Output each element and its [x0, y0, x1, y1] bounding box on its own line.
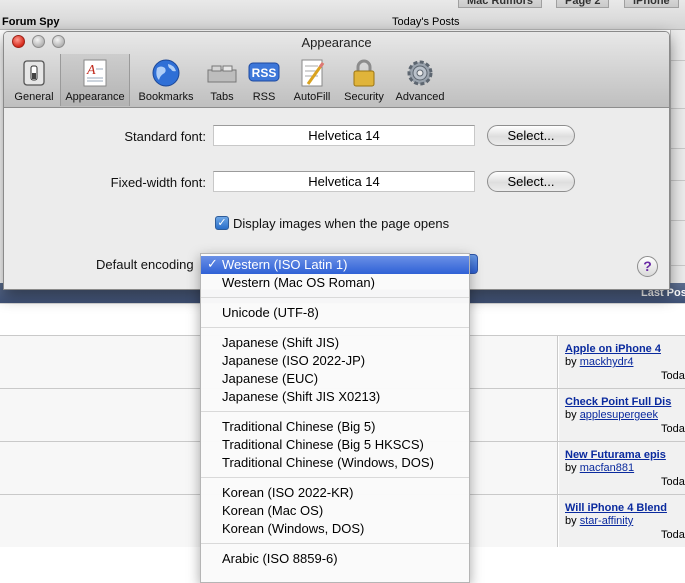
toolbar-tabs[interactable]: Tabs	[202, 54, 242, 106]
checkmark-icon: ✓	[207, 256, 218, 271]
forum-right-column	[670, 30, 685, 290]
tabs-icon	[207, 65, 237, 83]
post-date: Toda	[661, 476, 685, 488]
toolbar-label: Appearance	[65, 91, 125, 103]
encoding-option[interactable]: Japanese (EUC)	[222, 371, 318, 386]
toolbar-security[interactable]: Security	[340, 54, 388, 106]
switch-icon	[23, 60, 45, 86]
toolbar-label: Advanced	[395, 91, 445, 103]
section-title: Today's Posts	[392, 16, 460, 28]
encoding-option[interactable]: Korean (Mac OS)	[222, 503, 323, 518]
lock-icon	[353, 59, 375, 87]
tab-iphone[interactable]: iPhone	[624, 0, 679, 8]
help-button[interactable]: ?	[637, 256, 658, 277]
post-title-link[interactable]: Apple on iPhone 4	[565, 343, 661, 355]
rss-icon: RSS	[248, 62, 280, 82]
encoding-option[interactable]: Arabic (ISO 8859-6)	[222, 551, 338, 566]
encoding-option[interactable]: Traditional Chinese (Big 5 HKSCS)	[222, 437, 424, 452]
post-user-link[interactable]: macfan881	[580, 462, 634, 474]
toolbar-general[interactable]: General	[8, 54, 60, 106]
encoding-option-selected[interactable]: ✓ Western (ISO Latin 1)	[201, 256, 469, 274]
fixed-width-font-field: Helvetica 14	[213, 171, 475, 192]
post-title-link[interactable]: Check Point Full Dis	[565, 396, 671, 408]
preferences-window: Appearance General A Appearance Bookmark…	[3, 31, 670, 290]
encoding-option-label: Western (ISO Latin 1)	[222, 257, 348, 272]
encoding-option[interactable]: Japanese (Shift JIS X0213)	[222, 389, 380, 404]
default-encoding-label: Default encoding	[96, 257, 194, 272]
gear-icon	[407, 60, 433, 86]
svg-text:A: A	[86, 63, 96, 78]
encoding-option[interactable]: Korean (ISO 2022-KR)	[222, 485, 354, 500]
toolbar-bookmarks[interactable]: Bookmarks	[134, 54, 198, 106]
standard-font-label: Standard font:	[124, 129, 206, 144]
standard-font-field: Helvetica 14	[213, 125, 475, 146]
menu-separator	[201, 327, 469, 328]
toolbar-label: Tabs	[210, 91, 234, 103]
toolbar-label: Security	[344, 91, 384, 103]
menu-separator	[201, 297, 469, 298]
encoding-option[interactable]: Unicode (UTF-8)	[222, 305, 319, 320]
fixed-width-font-label: Fixed-width font:	[110, 175, 206, 190]
pencil-form-icon	[301, 59, 325, 87]
encoding-option[interactable]: Traditional Chinese (Windows, DOS)	[222, 455, 434, 470]
toolbar-label: General	[14, 91, 54, 103]
toolbar-label: AutoFill	[293, 91, 331, 103]
post-date: Toda	[661, 529, 685, 541]
font-document-icon: A	[83, 59, 107, 87]
menu-separator	[201, 411, 469, 412]
forum-header-bar: Mac Rumors Page 2 iPhone Forum Spy Today…	[0, 0, 685, 30]
encoding-option[interactable]: Korean (Windows, DOS)	[222, 521, 364, 536]
globe-icon	[152, 59, 180, 87]
fixed-width-font-select-button[interactable]: Select...	[487, 171, 575, 192]
svg-text:RSS: RSS	[252, 66, 277, 80]
tab-page-2[interactable]: Page 2	[556, 0, 610, 8]
encoding-menu: ✓ Western (ISO Latin 1) Western (Mac OS …	[200, 253, 470, 583]
toolbar-appearance[interactable]: A Appearance	[60, 54, 130, 106]
toolbar-rss[interactable]: RSS RSS	[246, 54, 282, 106]
menu-separator	[201, 543, 469, 544]
post-title-link[interactable]: New Futurama epis	[565, 449, 666, 461]
tab-mac-rumors[interactable]: Mac Rumors	[458, 0, 543, 8]
toolbar-advanced[interactable]: Advanced	[392, 54, 448, 106]
window-toolbar: Appearance General A Appearance Bookmark…	[4, 32, 669, 108]
encoding-option[interactable]: Traditional Chinese (Big 5)	[222, 419, 375, 434]
post-user-link[interactable]: mackhydr4	[580, 356, 634, 368]
encoding-option[interactable]: Western (Mac OS Roman)	[222, 275, 375, 290]
post-title-link[interactable]: Will iPhone 4 Blend	[565, 502, 667, 514]
toolbar-label: RSS	[252, 91, 276, 103]
post-user-link[interactable]: star-affinity	[580, 515, 634, 527]
toolbar-autofill[interactable]: AutoFill	[288, 54, 336, 106]
site-name: Forum Spy	[2, 16, 60, 28]
standard-font-select-button[interactable]: Select...	[487, 125, 575, 146]
toolbar-label: Bookmarks	[138, 91, 194, 103]
display-images-label: Display images when the page opens	[233, 216, 450, 231]
display-images-checkbox[interactable]: ✓	[215, 216, 229, 230]
menu-separator	[201, 477, 469, 478]
post-date: Toda	[661, 370, 685, 382]
encoding-option[interactable]: Japanese (ISO 2022-JP)	[222, 353, 365, 368]
post-user-link[interactable]: applesupergeek	[580, 409, 658, 421]
encoding-option[interactable]: Japanese (Shift JIS)	[222, 335, 339, 350]
window-title: Appearance	[301, 35, 372, 50]
post-date: Toda	[661, 423, 685, 435]
